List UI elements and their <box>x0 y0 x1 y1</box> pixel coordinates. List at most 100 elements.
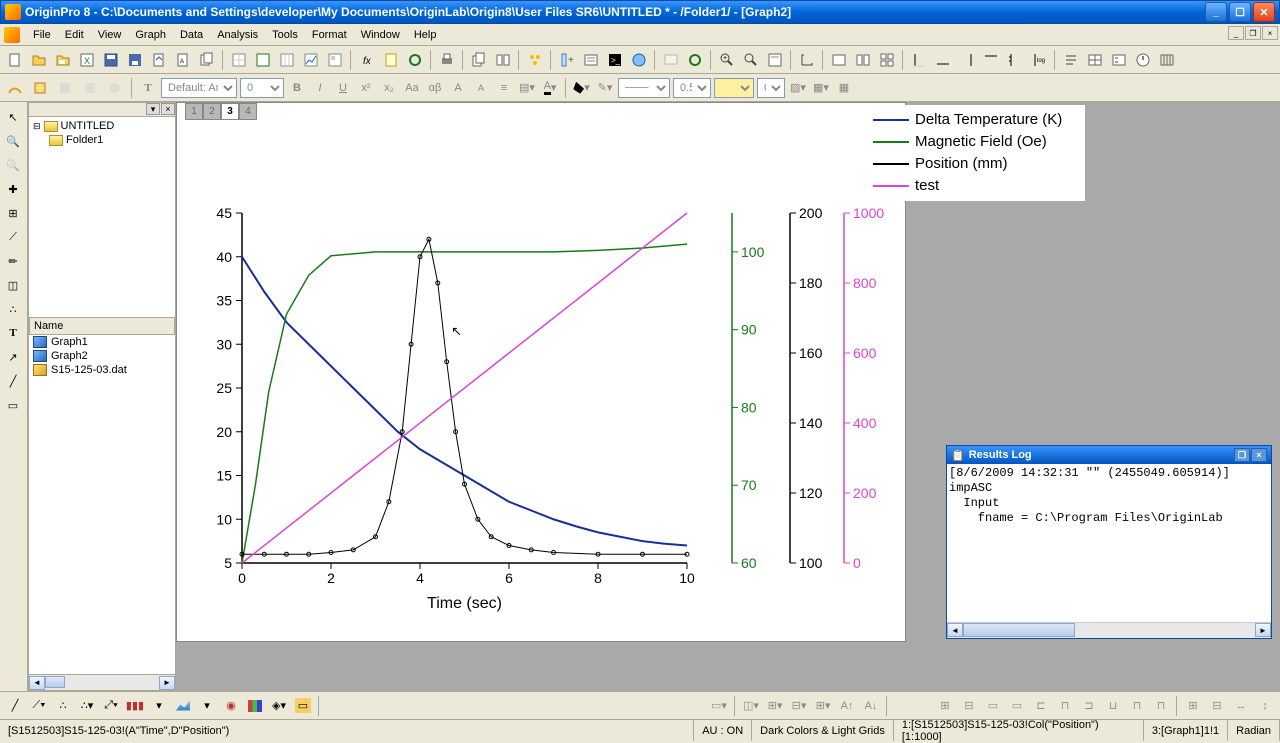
paste-format-to-button[interactable] <box>79 77 101 99</box>
arrow-tool[interactable]: ↗ <box>2 346 24 368</box>
align-bottom-button[interactable]: ⊓ <box>1150 695 1172 717</box>
menu-graph[interactable]: Graph <box>128 27 173 43</box>
scroll-left-button[interactable]: ◄ <box>29 676 45 690</box>
pointer-tool[interactable]: ↖ <box>2 106 24 128</box>
line-width-combo[interactable]: 0.5 <box>673 78 711 98</box>
results-close-button[interactable]: × <box>1251 448 1267 462</box>
mdi-minimize-button[interactable]: _ <box>1228 26 1244 40</box>
align-right-button[interactable]: ⊐ <box>1078 695 1100 717</box>
align-top-button[interactable]: ⊔ <box>1102 695 1124 717</box>
font-size-combo[interactable]: 0 <box>240 78 284 98</box>
template-button[interactable]: ▭ <box>292 695 314 717</box>
rescale-button[interactable] <box>796 49 818 71</box>
line-plot-button[interactable]: ╱ <box>4 695 26 717</box>
add-table-button[interactable] <box>1084 49 1106 71</box>
new-graph-button[interactable] <box>300 49 322 71</box>
mdi-close-button[interactable]: × <box>1262 26 1278 40</box>
font-color-button[interactable]: A▾ <box>540 78 560 98</box>
minimize-button[interactable]: _ <box>1205 2 1227 22</box>
layer1-button[interactable] <box>828 49 850 71</box>
data-reader-tool[interactable]: ✚ <box>2 178 24 200</box>
tree-root[interactable]: ⊟ UNTITLED <box>31 119 173 133</box>
project-close-button[interactable]: × <box>161 103 175 115</box>
arrange-button[interactable]: ⊞▾ <box>812 695 834 717</box>
results-scroll-left[interactable]: ◄ <box>947 623 963 637</box>
import-multiple-button[interactable] <box>196 49 218 71</box>
axis-left-button[interactable] <box>908 49 930 71</box>
align-button[interactable]: ≡ <box>494 78 514 98</box>
uppercase-button[interactable]: Aa <box>402 78 422 98</box>
draw-data-tool[interactable]: ✏ <box>2 250 24 272</box>
merge-button[interactable]: ⊟▾ <box>788 695 810 717</box>
list-item[interactable]: Graph1 <box>29 335 175 349</box>
save-button[interactable] <box>100 49 122 71</box>
layer-tab-2[interactable]: 2 <box>203 103 221 120</box>
results-log-window[interactable]: 📋 Results Log ❐ × [8/6/2009 14:32:31 "" … <box>946 445 1272 639</box>
ungroup-button[interactable]: ⊟ <box>958 695 980 717</box>
gradient-button[interactable]: ▦▾ <box>811 78 831 98</box>
paste-format-button[interactable] <box>54 77 76 99</box>
line-spacing-button[interactable]: ▤▾ <box>517 78 537 98</box>
maximize-button[interactable]: ☐ <box>1229 2 1251 22</box>
add-column-button[interactable]: + <box>556 49 578 71</box>
scatter-symbol-button[interactable]: ∴▾ <box>76 695 98 717</box>
area-plot-button[interactable] <box>172 695 194 717</box>
data-selector-tool[interactable]: ⟋ <box>2 226 24 248</box>
line-color-button[interactable]: ✎▾ <box>595 78 615 98</box>
list-item[interactable]: Graph2 <box>29 349 175 363</box>
stack-plot-button[interactable] <box>244 695 266 717</box>
new-workbook-button[interactable] <box>228 49 250 71</box>
distribute-v-button[interactable]: ⊟ <box>1206 695 1228 717</box>
add-text-button[interactable] <box>1060 49 1082 71</box>
scatter-plot-button[interactable]: ∴ <box>52 695 74 717</box>
greek-button[interactable]: αβ <box>425 78 445 98</box>
layer-tab-4[interactable]: 4 <box>239 103 257 120</box>
layer-tab-1[interactable]: 1 <box>185 103 203 120</box>
layer-button[interactable]: ◫▾ <box>740 695 762 717</box>
fill-color-button[interactable]: ▾ <box>572 78 592 98</box>
layer2-button[interactable] <box>852 49 874 71</box>
align-center-button[interactable]: ⊓ <box>1054 695 1076 717</box>
menu-tools[interactable]: Tools <box>265 27 305 43</box>
font-combo[interactable]: Default: Ar <box>161 78 237 98</box>
new-function-button[interactable]: fx <box>356 49 378 71</box>
rectangle-tool[interactable]: ▭ <box>2 394 24 416</box>
superscript-button[interactable]: x² <box>356 78 376 98</box>
open-button[interactable] <box>28 49 50 71</box>
axis-log-button[interactable]: log <box>1028 49 1050 71</box>
same-height-button[interactable]: ↕ <box>1254 695 1276 717</box>
results-scroll-right[interactable]: ► <box>1255 623 1271 637</box>
underline-button[interactable]: U <box>333 78 353 98</box>
italic-button[interactable]: I <box>310 78 330 98</box>
mdi-restore-button[interactable]: ❐ <box>1245 26 1261 40</box>
origin-central-button[interactable] <box>628 49 650 71</box>
layer-tab-3[interactable]: 3 <box>221 103 239 120</box>
open-excel-button[interactable]: X <box>76 49 98 71</box>
add-date-button[interactable] <box>1132 49 1154 71</box>
results-restore-button[interactable]: ❐ <box>1234 448 1250 462</box>
line-tool[interactable]: ╱ <box>2 370 24 392</box>
column-plot-button[interactable]: ▮▮▮ <box>124 695 146 717</box>
zoom-out-button[interactable] <box>740 49 762 71</box>
axis-bottom-button[interactable] <box>932 49 954 71</box>
code-builder-button[interactable] <box>524 49 546 71</box>
layer4-button[interactable] <box>876 49 898 71</box>
extract-button[interactable]: ⊞▾ <box>764 695 786 717</box>
recalculate-button[interactable] <box>404 49 426 71</box>
new-matrix-button[interactable] <box>276 49 298 71</box>
menu-edit[interactable]: Edit <box>58 27 91 43</box>
new-layout-button[interactable] <box>324 49 346 71</box>
subscript-button[interactable]: x₂ <box>379 78 399 98</box>
theme-button[interactable] <box>4 77 26 99</box>
same-width-button[interactable]: ↔ <box>1230 695 1252 717</box>
close-button[interactable]: ✕ <box>1253 2 1275 22</box>
slide-show-button[interactable] <box>660 49 682 71</box>
menu-format[interactable]: Format <box>305 27 354 43</box>
reset-format-button[interactable] <box>104 77 126 99</box>
line-scatter-button[interactable]: ⤢▾ <box>100 695 122 717</box>
new-color-scale-button[interactable] <box>1156 49 1178 71</box>
menu-analysis[interactable]: Analysis <box>210 27 265 43</box>
line-symbol-button[interactable]: ⟋▾ <box>28 695 50 717</box>
align-middle-button[interactable]: ⊓ <box>1126 695 1148 717</box>
increase-font-button[interactable]: A <box>448 78 468 98</box>
